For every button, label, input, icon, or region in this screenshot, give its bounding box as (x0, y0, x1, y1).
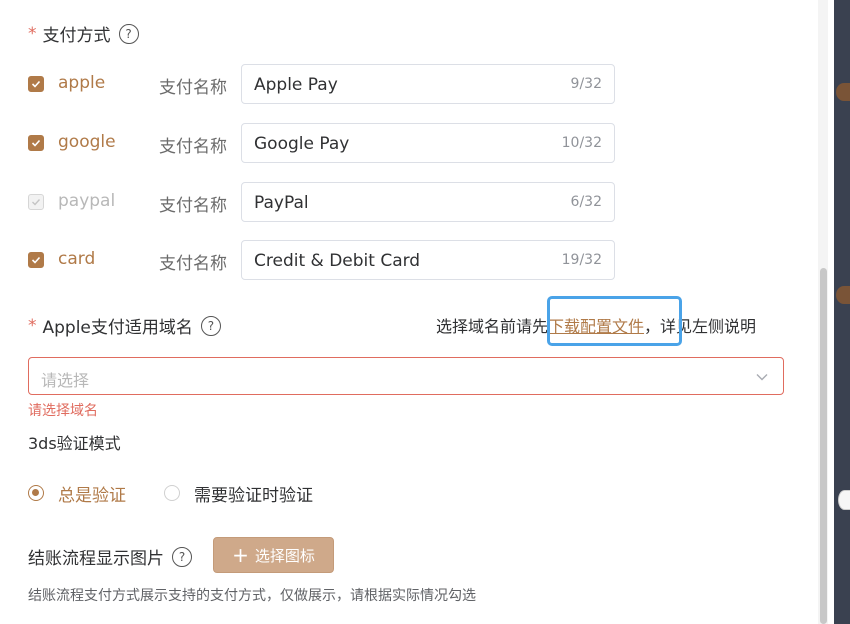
pay-name-field-paypal[interactable] (252, 183, 546, 223)
domain-select-placeholder: 请选择 (41, 371, 90, 390)
apple-domain-title: Apple支付适用域名 (42, 318, 193, 338)
three-ds-label: 3ds验证模式 (28, 434, 121, 453)
scrollbar-thumb[interactable] (820, 268, 827, 624)
pay-name-input-card[interactable]: 19/32 (241, 240, 615, 281)
check-icon (31, 256, 41, 264)
pay-name-label: 支付名称 (159, 196, 227, 216)
pay-name-label: 支付名称 (159, 254, 227, 274)
char-counter: 10/32 (561, 135, 602, 151)
domain-select[interactable]: 请选择 (28, 357, 784, 395)
radio-verify-when-needed[interactable] (164, 485, 180, 501)
pay-name-input-google[interactable]: 10/32 (241, 123, 615, 164)
pay-name-field-card[interactable] (252, 241, 546, 281)
pay-name-label: 支付名称 (159, 137, 227, 157)
domain-error: 请选择域名 (28, 403, 98, 419)
plus-icon: + (232, 543, 249, 567)
char-counter: 9/32 (570, 76, 602, 92)
help-icon[interactable]: ? (200, 315, 221, 336)
chevron-down-icon (756, 374, 768, 381)
check-icon (31, 80, 41, 88)
char-counter: 19/32 (561, 252, 602, 268)
form-panel: * 支付方式 ? apple 支付名称 9/32 google 支付名称 10/… (0, 0, 814, 624)
checkbox-card[interactable] (28, 252, 44, 268)
check-icon (31, 139, 41, 147)
radio-always-verify[interactable] (28, 485, 44, 501)
required-mark: * (28, 315, 37, 336)
pay-name-field-apple[interactable] (252, 65, 546, 105)
domain-note-suffix: ，详见左侧说明 (644, 317, 757, 336)
payment-row-card: card 支付名称 19/32 (28, 240, 616, 281)
radio-always-verify-label[interactable]: 总是验证 (58, 481, 126, 506)
checkout-image-label: 结账流程显示图片 ? (28, 544, 192, 569)
check-icon (32, 199, 41, 206)
select-icon-button-label: 选择图标 (254, 546, 315, 565)
three-ds-options: 总是验证 需要验证时验证 (28, 481, 313, 506)
method-card-label[interactable]: card (58, 249, 95, 269)
domain-note-prefix: 选择域名前请先 (436, 317, 549, 336)
pay-name-field-google[interactable] (252, 124, 546, 164)
radio-verify-when-needed-label[interactable]: 需要验证时验证 (194, 481, 313, 506)
apple-domain-label: * Apple支付适用域名 ? (28, 313, 221, 338)
char-counter: 6/32 (570, 194, 602, 210)
payment-row-paypal: paypal 支付名称 6/32 (28, 182, 616, 223)
checkbox-apple[interactable] (28, 76, 44, 92)
checkbox-google[interactable] (28, 135, 44, 151)
method-paypal-label[interactable]: paypal (58, 191, 115, 211)
select-icon-button[interactable]: + 选择图标 (213, 537, 334, 573)
method-google-label[interactable]: google (58, 132, 116, 152)
method-apple-label[interactable]: apple (58, 73, 105, 93)
pay-name-input-apple[interactable]: 9/32 (241, 64, 615, 105)
checkout-image-title: 结账流程显示图片 (28, 549, 164, 569)
background-avatar (836, 83, 850, 101)
payment-method-label: * 支付方式 ? (28, 21, 139, 46)
help-icon[interactable]: ? (118, 23, 139, 44)
domain-note: 选择域名前请先下载配置文件，详见左侧说明 (436, 313, 756, 337)
download-config-link[interactable]: 下载配置文件 (548, 317, 644, 336)
background-avatar (836, 286, 850, 304)
pay-name-input-paypal[interactable]: 6/32 (241, 182, 615, 223)
help-icon[interactable]: ? (172, 546, 192, 567)
checkbox-paypal[interactable] (28, 194, 44, 210)
background-avatar (838, 490, 850, 510)
payment-row-google: google 支付名称 10/32 (28, 123, 616, 164)
payment-row-apple: apple 支付名称 9/32 (28, 64, 616, 105)
required-mark: * (28, 23, 37, 44)
checkout-image-hint: 结账流程支付方式展示支持的支付方式，仅做展示，请根据实际情况勾选 (28, 588, 476, 604)
payment-method-title: 支付方式 (42, 26, 111, 46)
pay-name-label: 支付名称 (159, 78, 227, 98)
